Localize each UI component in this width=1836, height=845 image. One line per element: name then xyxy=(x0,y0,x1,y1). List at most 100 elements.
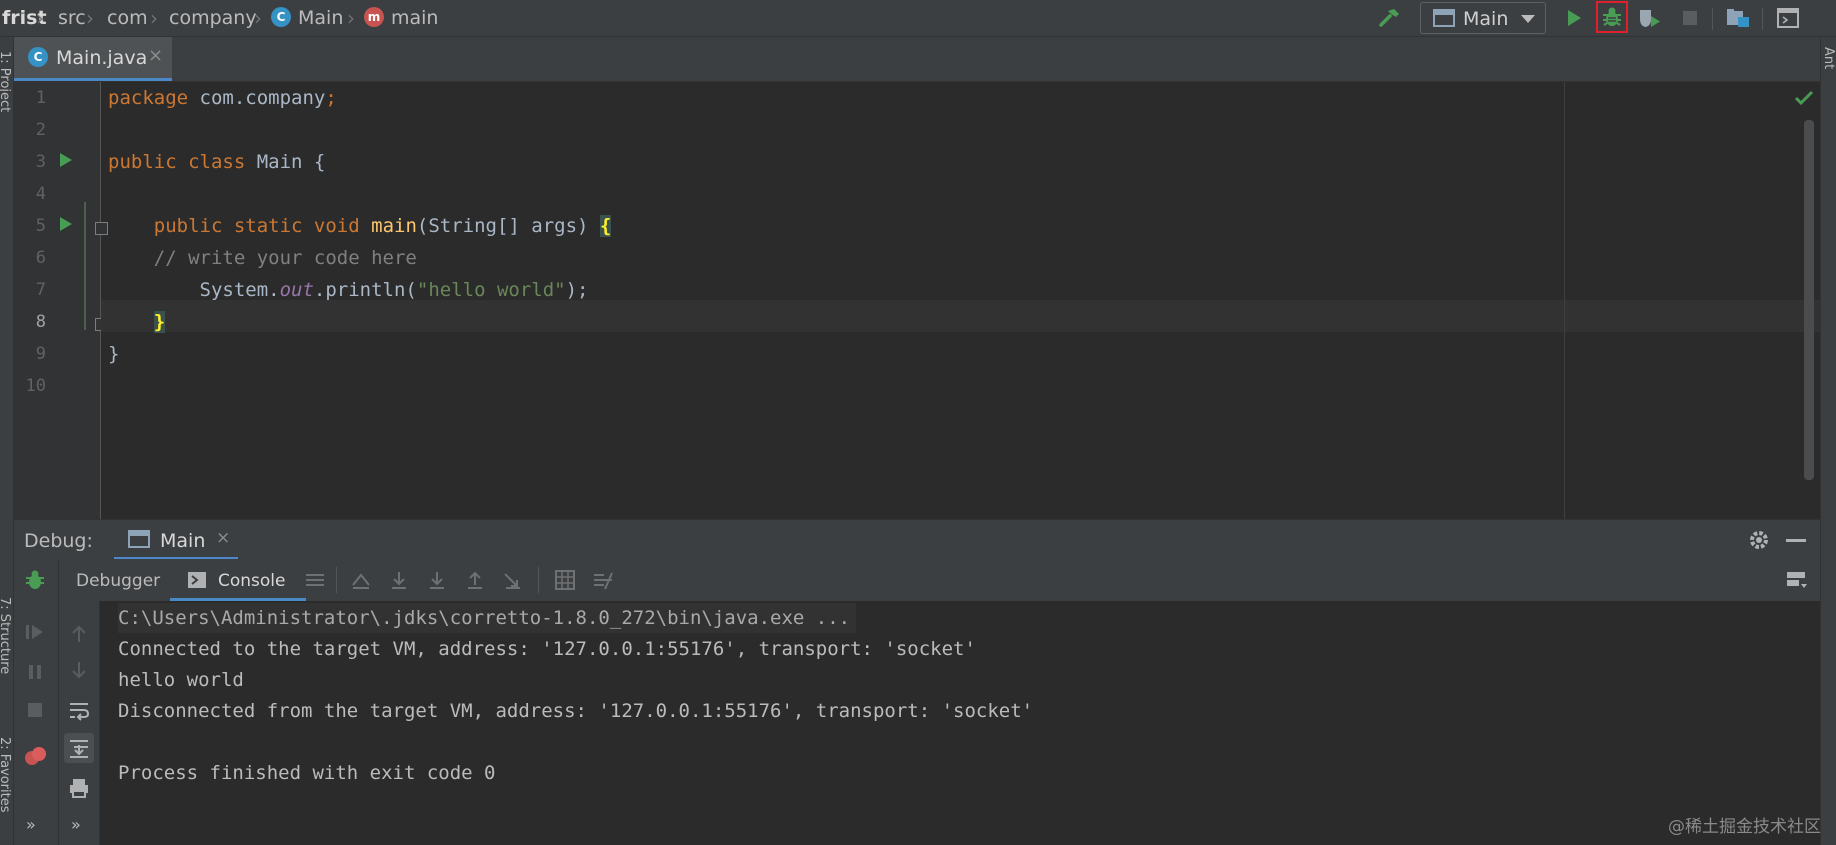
menu-icon[interactable] xyxy=(304,569,326,591)
project-structure-icon[interactable] xyxy=(1724,4,1752,32)
resume-program-icon[interactable] xyxy=(24,621,46,647)
code-line-7: System.out.println("hello world"); xyxy=(199,279,589,301)
code-editor[interactable]: 1 2 3 4 5 6 7 8 9 10 package com.company… xyxy=(14,82,1820,519)
debug-icon[interactable] xyxy=(1596,1,1628,33)
breadcrumb-src[interactable]: src xyxy=(58,7,86,29)
step-over-icon[interactable] xyxy=(388,569,410,591)
view-breakpoints-icon[interactable] xyxy=(24,745,48,771)
step-out-icon[interactable] xyxy=(464,569,486,591)
tab-debugger[interactable]: Debugger xyxy=(76,571,160,591)
line-number: 10 xyxy=(25,376,46,396)
step-into-icon[interactable] xyxy=(426,569,448,591)
stop-icon[interactable] xyxy=(24,699,46,725)
right-tool-strip: Ant xyxy=(1820,37,1836,845)
code-line-8: } xyxy=(153,311,166,333)
breadcrumb-com[interactable]: com xyxy=(107,7,148,29)
console-line: hello world xyxy=(118,669,244,691)
line-number-current: 8 xyxy=(35,312,46,332)
chevron-down-icon xyxy=(1521,15,1535,23)
console-side-toolbar: » xyxy=(59,601,100,845)
line-number: 9 xyxy=(35,344,46,364)
toolbar-separator xyxy=(1762,8,1763,30)
debug-session-label: Main xyxy=(160,530,206,552)
structure-tool-button[interactable]: 7: Structure xyxy=(0,597,12,674)
layout-settings-icon[interactable] xyxy=(1786,571,1808,595)
run-gutter-icon[interactable] xyxy=(60,217,72,231)
run-with-coverage-icon[interactable] xyxy=(1636,4,1664,32)
code-line-3: public class Main { xyxy=(108,151,326,173)
line-number: 7 xyxy=(35,280,46,300)
right-margin-guide xyxy=(1564,82,1565,519)
trace-icon[interactable] xyxy=(592,569,614,591)
run-to-cursor-icon[interactable] xyxy=(502,569,524,591)
build-hammer-icon[interactable] xyxy=(1376,4,1404,32)
run-configuration-label: Main xyxy=(1463,8,1509,30)
console-icon xyxy=(188,572,206,592)
print-icon[interactable] xyxy=(68,777,90,803)
breadcrumb-separator: › xyxy=(254,6,262,30)
line-number: 4 xyxy=(35,184,46,204)
application-config-icon xyxy=(1433,9,1455,31)
stop-icon[interactable] xyxy=(1676,4,1704,32)
debug-bug-icon xyxy=(24,569,46,595)
console-output[interactable]: C:\Users\Administrator\.jdks\corretto-1.… xyxy=(100,601,1820,845)
class-icon: C xyxy=(271,7,291,27)
console-line: Process finished with exit code 0 xyxy=(118,762,496,784)
tab-label: Main.java xyxy=(56,47,148,69)
evaluate-expression-icon[interactable] xyxy=(554,569,576,591)
breadcrumb-separator: › xyxy=(347,6,355,30)
console-line: Disconnected from the target VM, address… xyxy=(118,700,1034,722)
debug-side-toolbar: » xyxy=(14,559,59,845)
show-execution-point-icon[interactable] xyxy=(350,569,372,591)
fold-marker-icon[interactable] xyxy=(95,222,108,235)
breadcrumb-separator: › xyxy=(150,6,158,30)
toolbar-separator xyxy=(1712,8,1713,30)
line-number: 3 xyxy=(35,152,46,172)
arrow-up-icon[interactable] xyxy=(68,623,90,649)
tab-console-label: Console xyxy=(218,571,286,591)
console-line: C:\Users\Administrator\.jdks\corretto-1.… xyxy=(118,603,857,633)
vcs-change-marker xyxy=(84,202,86,330)
presentation-icon[interactable] xyxy=(1774,4,1802,32)
line-number: 2 xyxy=(35,120,46,140)
breadcrumb-class-main[interactable]: Main xyxy=(298,7,343,29)
code-line-6: // write your code here xyxy=(153,247,417,269)
java-class-icon: C xyxy=(28,47,48,67)
more-actions-icon[interactable]: » xyxy=(71,815,81,834)
watermark: @稀土掘金技术社区 xyxy=(1668,817,1821,837)
tab-main-java[interactable]: C Main.java × xyxy=(14,37,172,81)
close-icon[interactable]: × xyxy=(216,528,230,548)
scroll-to-end-icon[interactable] xyxy=(64,733,94,763)
vertical-scrollbar[interactable] xyxy=(1804,120,1814,480)
editor-gutter: 1 2 3 4 5 6 7 8 9 10 xyxy=(14,82,108,519)
line-number: 1 xyxy=(35,88,46,108)
breadcrumb-company[interactable]: company xyxy=(169,7,257,29)
favorites-tool-button[interactable]: 2: Favorites xyxy=(0,737,12,813)
more-actions-icon[interactable]: » xyxy=(26,815,36,834)
toolbar-separator xyxy=(336,567,337,593)
code-line-5: public static void main(String[] args) { xyxy=(153,215,612,237)
breadcrumb-separator: › xyxy=(36,6,44,30)
project-tool-button[interactable]: 1: Project xyxy=(0,51,12,112)
gear-icon[interactable] xyxy=(1748,529,1770,555)
arrow-down-icon[interactable] xyxy=(68,659,90,685)
breadcrumb-method-main[interactable]: main xyxy=(391,7,438,29)
application-config-icon xyxy=(128,530,150,552)
editor-tab-bar: C Main.java × xyxy=(14,37,1820,82)
navigation-bar: frist › src › com › company › C Main › m… xyxy=(0,0,1836,37)
tab-console[interactable]: Console xyxy=(170,559,306,601)
close-icon[interactable]: × xyxy=(148,45,163,66)
ant-tool-button[interactable]: Ant xyxy=(1821,47,1836,69)
run-icon[interactable] xyxy=(1560,4,1588,32)
line-number: 5 xyxy=(35,216,46,236)
debug-tabs-toolbar: Debugger Console xyxy=(14,559,1820,602)
debug-session-tab-main[interactable]: Main × xyxy=(114,520,238,560)
no-problems-check-icon[interactable] xyxy=(1794,90,1814,110)
soft-wrap-icon[interactable] xyxy=(68,699,90,725)
pause-program-icon[interactable] xyxy=(24,661,46,687)
run-gutter-icon[interactable] xyxy=(60,153,72,167)
run-configuration-selector[interactable]: Main xyxy=(1420,2,1546,34)
minimize-icon[interactable] xyxy=(1786,539,1806,542)
code-line-9: } xyxy=(108,343,120,365)
code-line-1: package com.company; xyxy=(108,87,337,109)
